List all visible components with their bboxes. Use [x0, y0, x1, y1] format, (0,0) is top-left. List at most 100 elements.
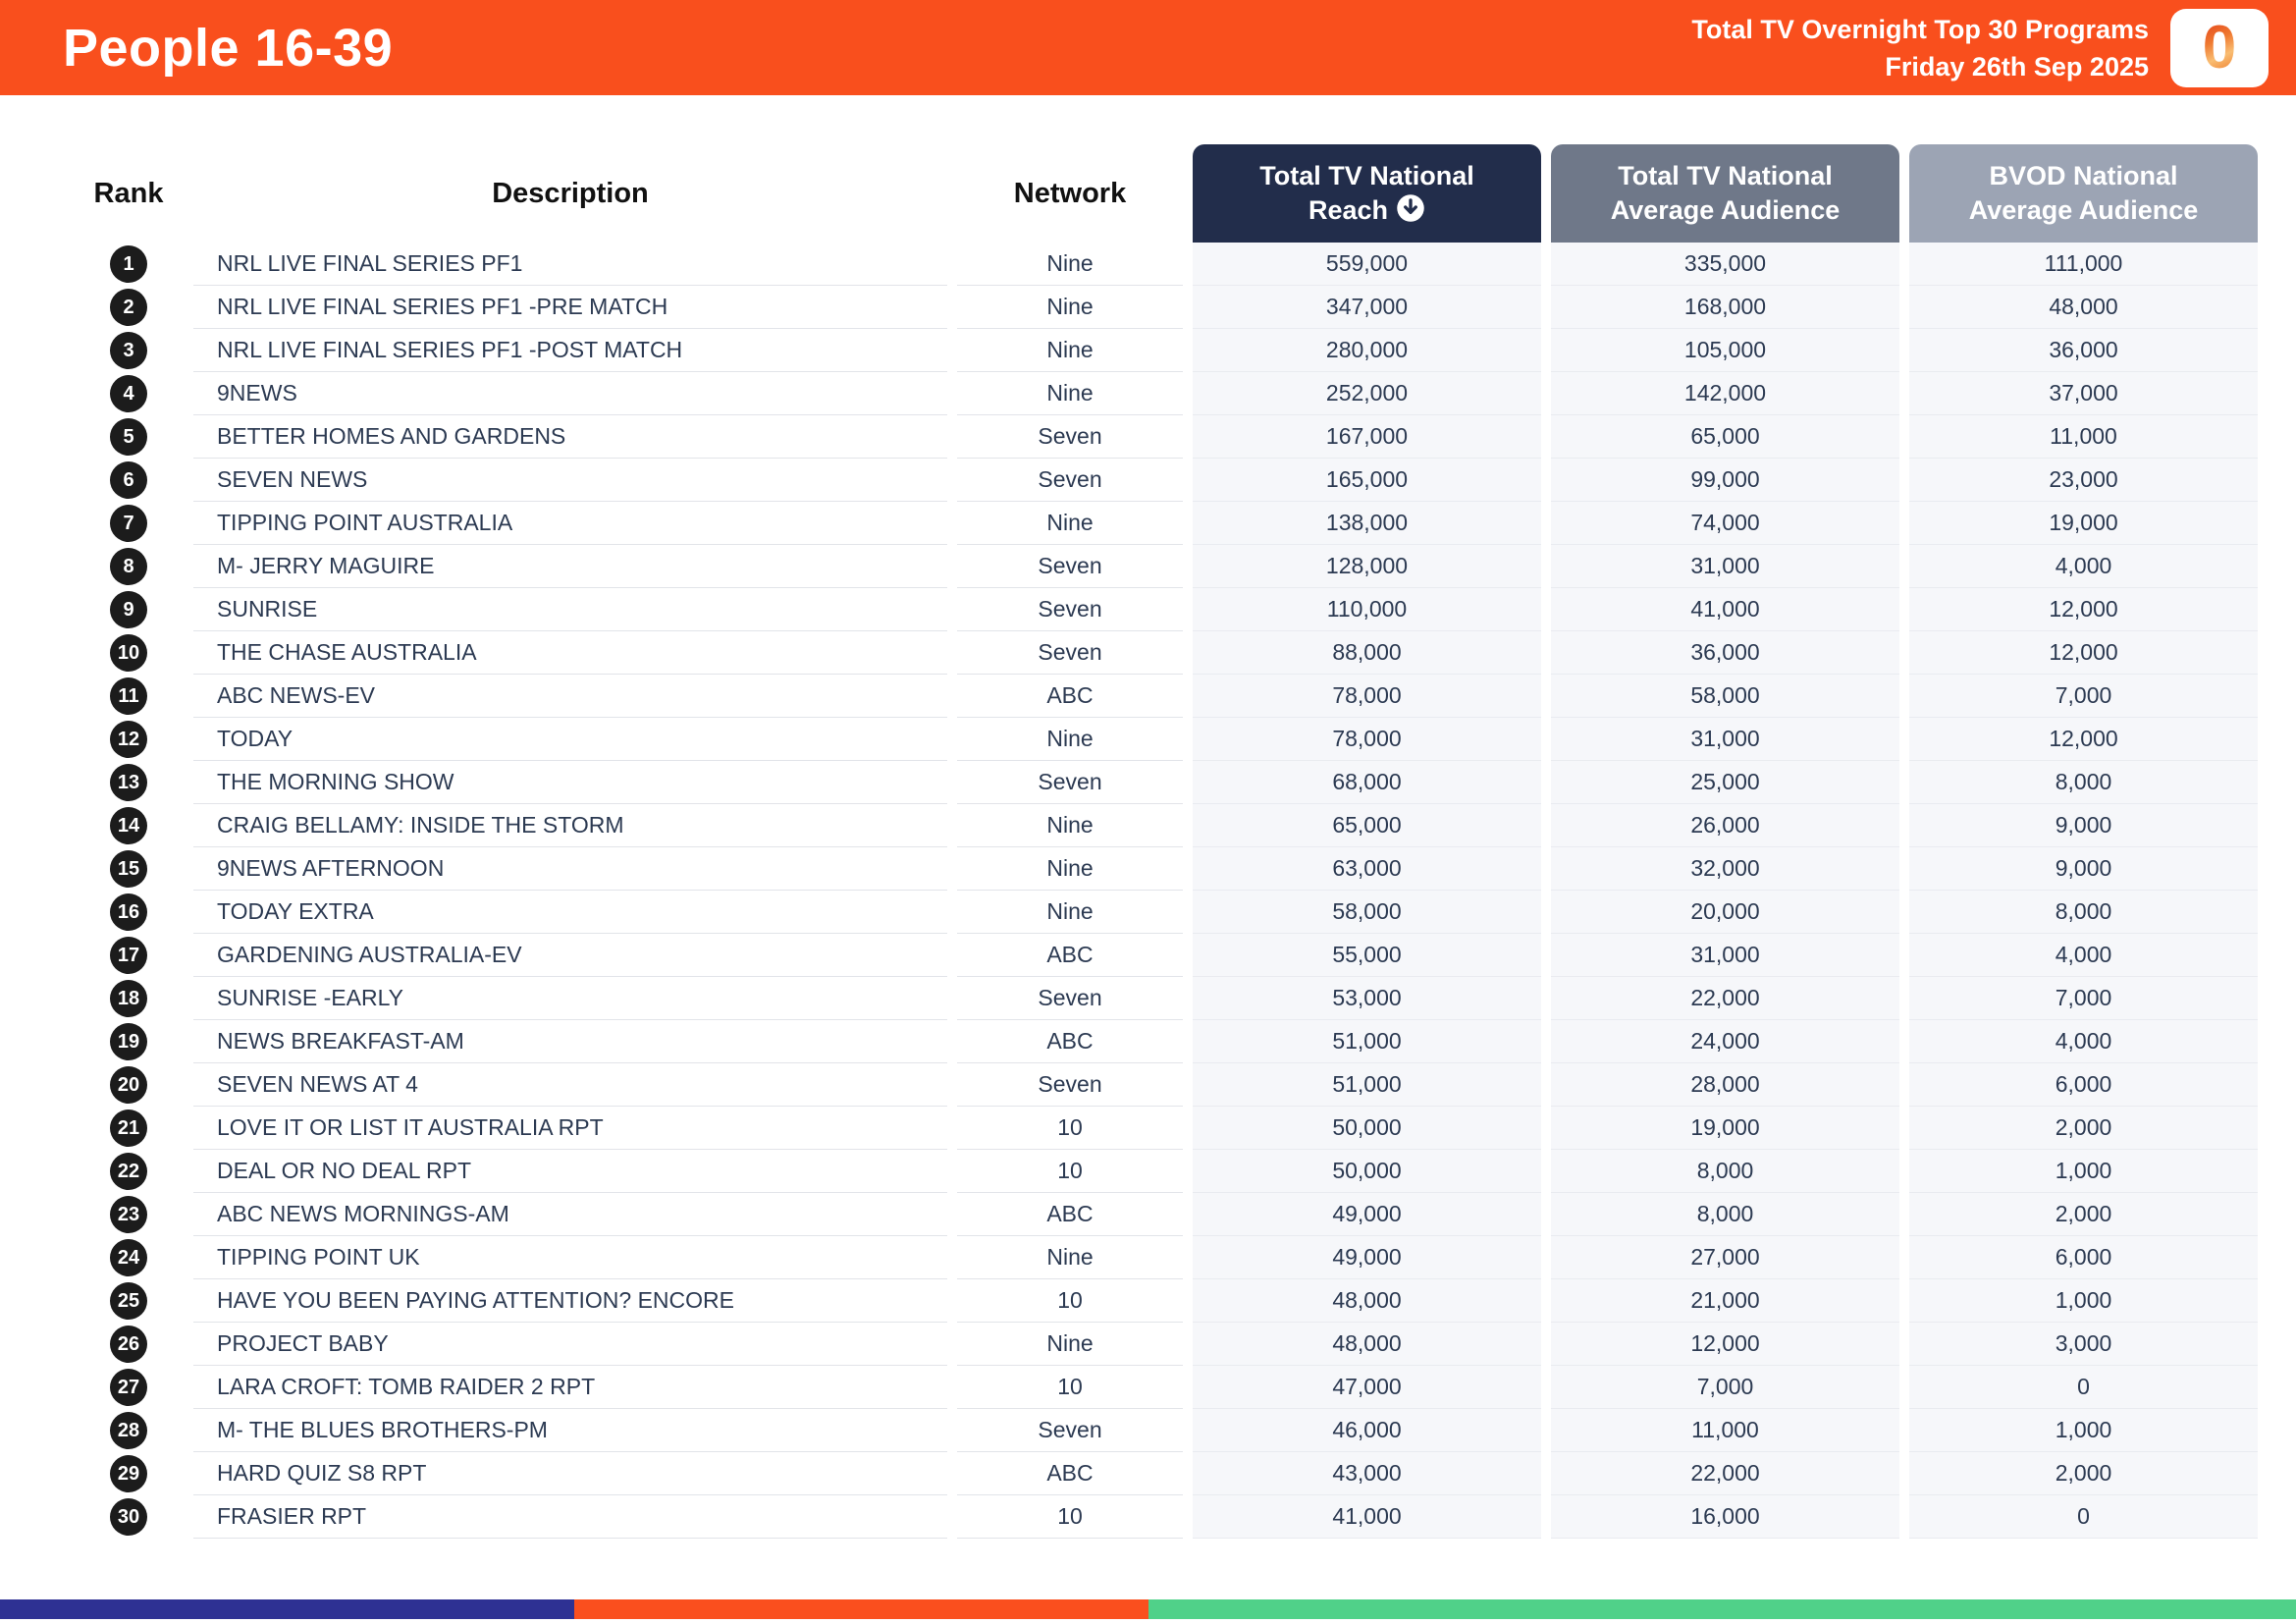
col-header-description: Description — [492, 177, 649, 209]
total-tv-avg-audience-cell: 26,000 — [1551, 804, 1899, 847]
bvod-avg-audience-cell: 4,000 — [1909, 545, 2258, 588]
description-cell: NRL LIVE FINAL SERIES PF1 -POST MATCH — [193, 329, 947, 372]
col-header-bvod-avg-audience[interactable]: BVOD National Average Audience — [1909, 144, 2258, 243]
description-cell: SEVEN NEWS AT 4 — [193, 1063, 947, 1107]
description-cell: THE CHASE AUSTRALIA — [193, 631, 947, 675]
table-row: 2 NRL LIVE FINAL SERIES PF1 -PRE MATCH N… — [74, 286, 2258, 329]
description-cell: TODAY EXTRA — [193, 891, 947, 934]
description-cell: BETTER HOMES AND GARDENS — [193, 415, 947, 459]
description-cell: HAVE YOU BEEN PAYING ATTENTION? ENCORE — [193, 1279, 947, 1323]
table-row: 18 SUNRISE -EARLY Seven 53,000 22,000 7,… — [74, 977, 2258, 1020]
total-tv-avg-audience-cell: 12,000 — [1551, 1323, 1899, 1366]
rank-badge: 27 — [110, 1369, 147, 1406]
bvod-avg-audience-cell: 48,000 — [1909, 286, 2258, 329]
network-cell: Nine — [957, 502, 1183, 545]
rank-badge: 16 — [110, 893, 147, 931]
network-cell: ABC — [957, 1452, 1183, 1495]
description-cell: SUNRISE -EARLY — [193, 977, 947, 1020]
table-row: 11 ABC NEWS-EV ABC 78,000 58,000 7,000 — [74, 675, 2258, 718]
network-cell: Seven — [957, 588, 1183, 631]
bvod-avg-audience-cell: 6,000 — [1909, 1236, 2258, 1279]
bvod-avg-audience-cell: 36,000 — [1909, 329, 2258, 372]
network-cell: 10 — [957, 1150, 1183, 1193]
rank-badge: 17 — [110, 937, 147, 974]
network-cell: Nine — [957, 718, 1183, 761]
rank-badge: 18 — [110, 980, 147, 1017]
total-tv-avg-audience-cell: 36,000 — [1551, 631, 1899, 675]
col-header-total-tv-reach-label: Total TV National Reach — [1259, 161, 1474, 225]
footer-segment-green — [1148, 1599, 2296, 1619]
bvod-avg-audience-cell: 23,000 — [1909, 459, 2258, 502]
total-tv-avg-audience-cell: 31,000 — [1551, 545, 1899, 588]
total-tv-avg-audience-cell: 105,000 — [1551, 329, 1899, 372]
total-tv-avg-audience-cell: 31,000 — [1551, 934, 1899, 977]
rank-badge: 29 — [110, 1455, 147, 1492]
description-cell: TODAY — [193, 718, 947, 761]
total-tv-reach-cell: 51,000 — [1193, 1020, 1541, 1063]
total-tv-reach-cell: 280,000 — [1193, 329, 1541, 372]
rank-cell: 7 — [74, 502, 184, 545]
total-tv-reach-cell: 50,000 — [1193, 1150, 1541, 1193]
rank-cell: 2 — [74, 286, 184, 329]
col-header-bvod-avg-audience-label: BVOD National Average Audience — [1968, 161, 2199, 225]
total-tv-reach-cell: 165,000 — [1193, 459, 1541, 502]
col-header-total-tv-reach[interactable]: Total TV National Reach — [1193, 144, 1541, 243]
rank-cell: 6 — [74, 459, 184, 502]
network-cell: Nine — [957, 372, 1183, 415]
col-header-total-tv-avg-audience[interactable]: Total TV National Average Audience — [1551, 144, 1899, 243]
rank-cell: 22 — [74, 1150, 184, 1193]
total-tv-reach-cell: 58,000 — [1193, 891, 1541, 934]
bvod-avg-audience-cell: 9,000 — [1909, 847, 2258, 891]
total-tv-reach-cell: 78,000 — [1193, 718, 1541, 761]
bvod-avg-audience-cell: 12,000 — [1909, 588, 2258, 631]
total-tv-reach-cell: 138,000 — [1193, 502, 1541, 545]
table-row: 14 CRAIG BELLAMY: INSIDE THE STORM Nine … — [74, 804, 2258, 847]
total-tv-avg-audience-cell: 11,000 — [1551, 1409, 1899, 1452]
footer-segment-orange — [573, 1599, 1148, 1619]
oztam-logo-glyph: 0 — [2202, 13, 2237, 81]
network-cell: Nine — [957, 891, 1183, 934]
table-row: 7 TIPPING POINT AUSTRALIA Nine 138,000 7… — [74, 502, 2258, 545]
rank-badge: 15 — [110, 850, 147, 888]
network-cell: Seven — [957, 1409, 1183, 1452]
table-row: 29 HARD QUIZ S8 RPT ABC 43,000 22,000 2,… — [74, 1452, 2258, 1495]
rank-badge: 6 — [110, 461, 147, 499]
rank-cell: 20 — [74, 1063, 184, 1107]
rank-cell: 13 — [74, 761, 184, 804]
bvod-avg-audience-cell: 1,000 — [1909, 1150, 2258, 1193]
description-cell: GARDENING AUSTRALIA-EV — [193, 934, 947, 977]
rank-cell: 29 — [74, 1452, 184, 1495]
total-tv-reach-cell: 48,000 — [1193, 1323, 1541, 1366]
rank-cell: 24 — [74, 1236, 184, 1279]
rank-badge: 23 — [110, 1196, 147, 1233]
bvod-avg-audience-cell: 3,000 — [1909, 1323, 2258, 1366]
bvod-avg-audience-cell: 1,000 — [1909, 1409, 2258, 1452]
rank-cell: 10 — [74, 631, 184, 675]
total-tv-reach-cell: 51,000 — [1193, 1063, 1541, 1107]
rank-cell: 15 — [74, 847, 184, 891]
total-tv-avg-audience-cell: 21,000 — [1551, 1279, 1899, 1323]
description-cell: M- JERRY MAGUIRE — [193, 545, 947, 588]
total-tv-reach-cell: 49,000 — [1193, 1193, 1541, 1236]
total-tv-reach-cell: 347,000 — [1193, 286, 1541, 329]
description-cell: M- THE BLUES BROTHERS-PM — [193, 1409, 947, 1452]
bvod-avg-audience-cell: 12,000 — [1909, 718, 2258, 761]
report-subtitle: Total TV Overnight Top 30 Programs Frida… — [1691, 11, 2149, 85]
rank-cell: 18 — [74, 977, 184, 1020]
bvod-avg-audience-cell: 7,000 — [1909, 977, 2258, 1020]
total-tv-reach-cell: 78,000 — [1193, 675, 1541, 718]
network-cell: Seven — [957, 1063, 1183, 1107]
table-row: 5 BETTER HOMES AND GARDENS Seven 167,000… — [74, 415, 2258, 459]
network-cell: Nine — [957, 804, 1183, 847]
total-tv-reach-cell: 63,000 — [1193, 847, 1541, 891]
report-title: Total TV Overnight Top 30 Programs — [1691, 14, 2149, 44]
description-cell: SEVEN NEWS — [193, 459, 947, 502]
network-cell: Seven — [957, 545, 1183, 588]
rank-cell: 4 — [74, 372, 184, 415]
sort-descending-icon[interactable] — [1396, 193, 1425, 223]
rank-cell: 14 — [74, 804, 184, 847]
table-row: 30 FRASIER RPT 10 41,000 16,000 0 — [74, 1495, 2258, 1539]
description-cell: TIPPING POINT UK — [193, 1236, 947, 1279]
table-row: 8 M- JERRY MAGUIRE Seven 128,000 31,000 … — [74, 545, 2258, 588]
rank-cell: 27 — [74, 1366, 184, 1409]
